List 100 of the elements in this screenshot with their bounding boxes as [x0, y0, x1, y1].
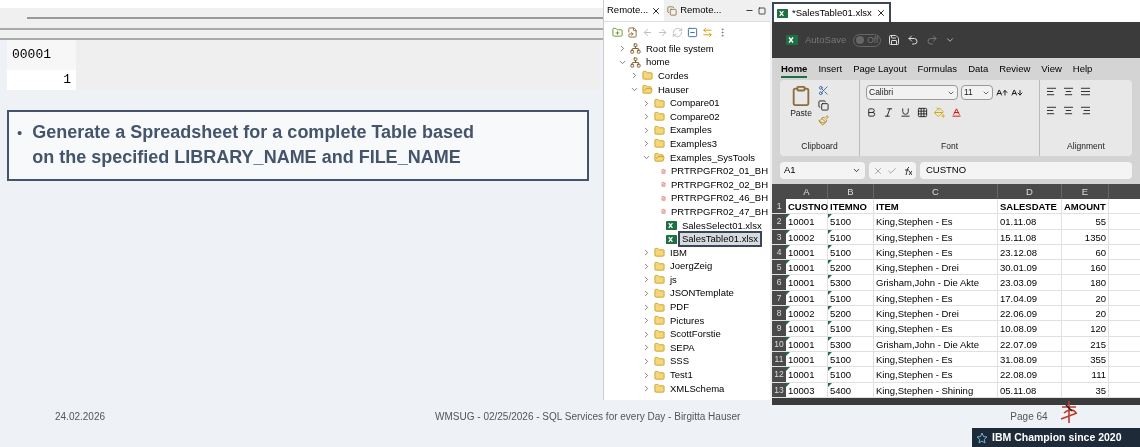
tree-item[interactable]: Root file system [644, 42, 716, 55]
tree-item[interactable]: js [668, 273, 679, 286]
tree-item[interactable]: PRTRPGFR02_02_BH [669, 178, 770, 191]
bottom-align-icon[interactable] [1080, 86, 1091, 97]
tree-item[interactable]: Compare01 [668, 97, 722, 110]
align-right-icon[interactable] [1080, 105, 1091, 116]
enter-icon[interactable] [887, 165, 897, 176]
align-left-icon[interactable] [1046, 105, 1057, 116]
font-size-field[interactable]: 11 [961, 85, 993, 100]
bold-icon[interactable] [866, 107, 877, 118]
chevron-right-icon[interactable] [642, 370, 651, 380]
ribbon-tab[interactable]: Help [1072, 60, 1093, 78]
tree-item[interactable]: SalesSelect01.xlsx [680, 219, 764, 232]
row-header[interactable]: 1 [772, 199, 786, 214]
ribbon-tab[interactable]: Home [781, 60, 808, 78]
tree-item[interactable]: PRTRPGFR02_01_BH [669, 165, 770, 178]
ribbon-tab[interactable]: Formulas [917, 60, 958, 78]
ribbon-tab[interactable]: Data [968, 60, 989, 78]
tree-item[interactable]: PRTRPGFR02_46_BH [669, 192, 770, 205]
format-painter-icon[interactable] [818, 115, 829, 126]
chevron-right-icon[interactable] [642, 98, 651, 108]
fill-color-icon[interactable] [934, 107, 945, 118]
collapse-all-icon[interactable] [687, 26, 698, 38]
close-icon[interactable] [651, 5, 662, 16]
borders-icon[interactable] [917, 107, 928, 118]
formula-field[interactable]: CUSTNO [920, 162, 1132, 179]
chevron-right-icon[interactable] [642, 261, 651, 271]
chevron-right-icon[interactable] [642, 112, 651, 122]
tree-item[interactable]: IBM [668, 246, 689, 259]
file-tab[interactable]: *SalesTable01.xlsx [772, 2, 891, 22]
chevron-right-icon[interactable] [642, 248, 651, 258]
tree-item[interactable]: Compare02 [668, 110, 722, 123]
clipboard-icon[interactable] [790, 85, 812, 107]
chevron-right-icon[interactable] [642, 139, 651, 149]
caret-icon[interactable] [945, 35, 956, 45]
tree-item[interactable]: Cordes [656, 70, 691, 82]
column-header[interactable]: E [1062, 184, 1109, 199]
font-name-field[interactable]: Calibri [866, 85, 958, 100]
column-header[interactable]: B [828, 184, 874, 199]
tree-item[interactable]: XMLSchema [668, 382, 727, 395]
tree-item[interactable]: Examples [668, 124, 714, 137]
cancel-icon[interactable] [873, 165, 883, 176]
chevron-right-icon[interactable] [642, 343, 651, 353]
tree-item[interactable]: PRTRPGFR02_47_BH [669, 205, 770, 218]
tree-item[interactable]: Pictures [668, 314, 707, 327]
chevron-right-icon[interactable] [642, 125, 651, 135]
row-header[interactable]: 2 [772, 214, 786, 229]
chevron-right-icon[interactable] [642, 302, 651, 312]
ribbon-tab[interactable]: Insert [818, 60, 843, 78]
row-header[interactable]: 9 [772, 321, 786, 336]
name-box[interactable]: A1 [780, 162, 865, 179]
ribbon-tab[interactable]: Review [999, 60, 1031, 78]
middle-align-icon[interactable] [1063, 86, 1074, 97]
tree-item[interactable]: SalesTable01.xlsx [680, 233, 761, 246]
ribbon-tab[interactable]: Page Layout [853, 60, 907, 78]
chevron-right-icon[interactable] [618, 44, 627, 54]
back-icon[interactable] [642, 26, 653, 38]
row-header[interactable]: 8 [772, 306, 786, 321]
tree-item[interactable]: JoergZeig [668, 260, 715, 273]
chevron-right-icon[interactable] [642, 275, 651, 285]
chevron-right-icon[interactable] [642, 289, 651, 298]
tree-item[interactable]: home [644, 56, 672, 69]
maximize-icon[interactable] [758, 6, 766, 15]
copy-icon[interactable] [818, 100, 829, 111]
underline-icon[interactable] [900, 107, 911, 118]
close-icon[interactable] [875, 8, 886, 18]
tree-item[interactable]: JSONTemplate [668, 287, 736, 300]
tree-item[interactable]: Hauser [656, 83, 691, 96]
chevron-right-icon[interactable] [642, 316, 651, 326]
row-header[interactable]: 12 [772, 367, 786, 382]
column-header[interactable]: D [998, 184, 1062, 199]
chevron-right-icon[interactable] [642, 329, 651, 339]
undo-icon[interactable] [907, 34, 920, 46]
tree-item[interactable]: SEPA [668, 341, 697, 354]
explorer-tab[interactable]: Remote... [604, 0, 665, 21]
chevron-right-icon[interactable] [642, 384, 651, 394]
row-header[interactable]: 5 [772, 260, 786, 275]
save-icon[interactable] [888, 34, 901, 46]
column-header[interactable]: C [874, 184, 998, 199]
tree-item[interactable]: PDF [668, 301, 691, 314]
tree-item[interactable]: ScottForstie [668, 328, 723, 341]
row-header[interactable]: 6 [772, 275, 786, 290]
column-header[interactable]: A [786, 184, 828, 199]
forward-icon[interactable] [657, 26, 668, 38]
top-align-icon[interactable] [1046, 86, 1057, 97]
link-icon[interactable] [702, 26, 713, 38]
italic-icon[interactable] [883, 107, 894, 118]
redo-icon[interactable] [926, 34, 939, 46]
ribbon-tab[interactable]: View [1041, 60, 1062, 78]
align-center-icon[interactable] [1063, 105, 1074, 116]
chevron-right-icon[interactable] [642, 356, 651, 366]
cut-icon[interactable] [818, 85, 829, 96]
tree-item[interactable]: Examples3 [668, 137, 719, 150]
tree-item[interactable]: Test1 [668, 369, 695, 382]
tree-item[interactable]: Examples_SysTools [668, 151, 757, 164]
tree-item[interactable]: SSS [668, 355, 691, 368]
shrink-font-icon[interactable] [1011, 86, 1023, 99]
grow-font-icon[interactable] [996, 86, 1008, 99]
font-color-icon[interactable] [951, 107, 962, 118]
chevron-right-icon[interactable] [630, 71, 639, 81]
